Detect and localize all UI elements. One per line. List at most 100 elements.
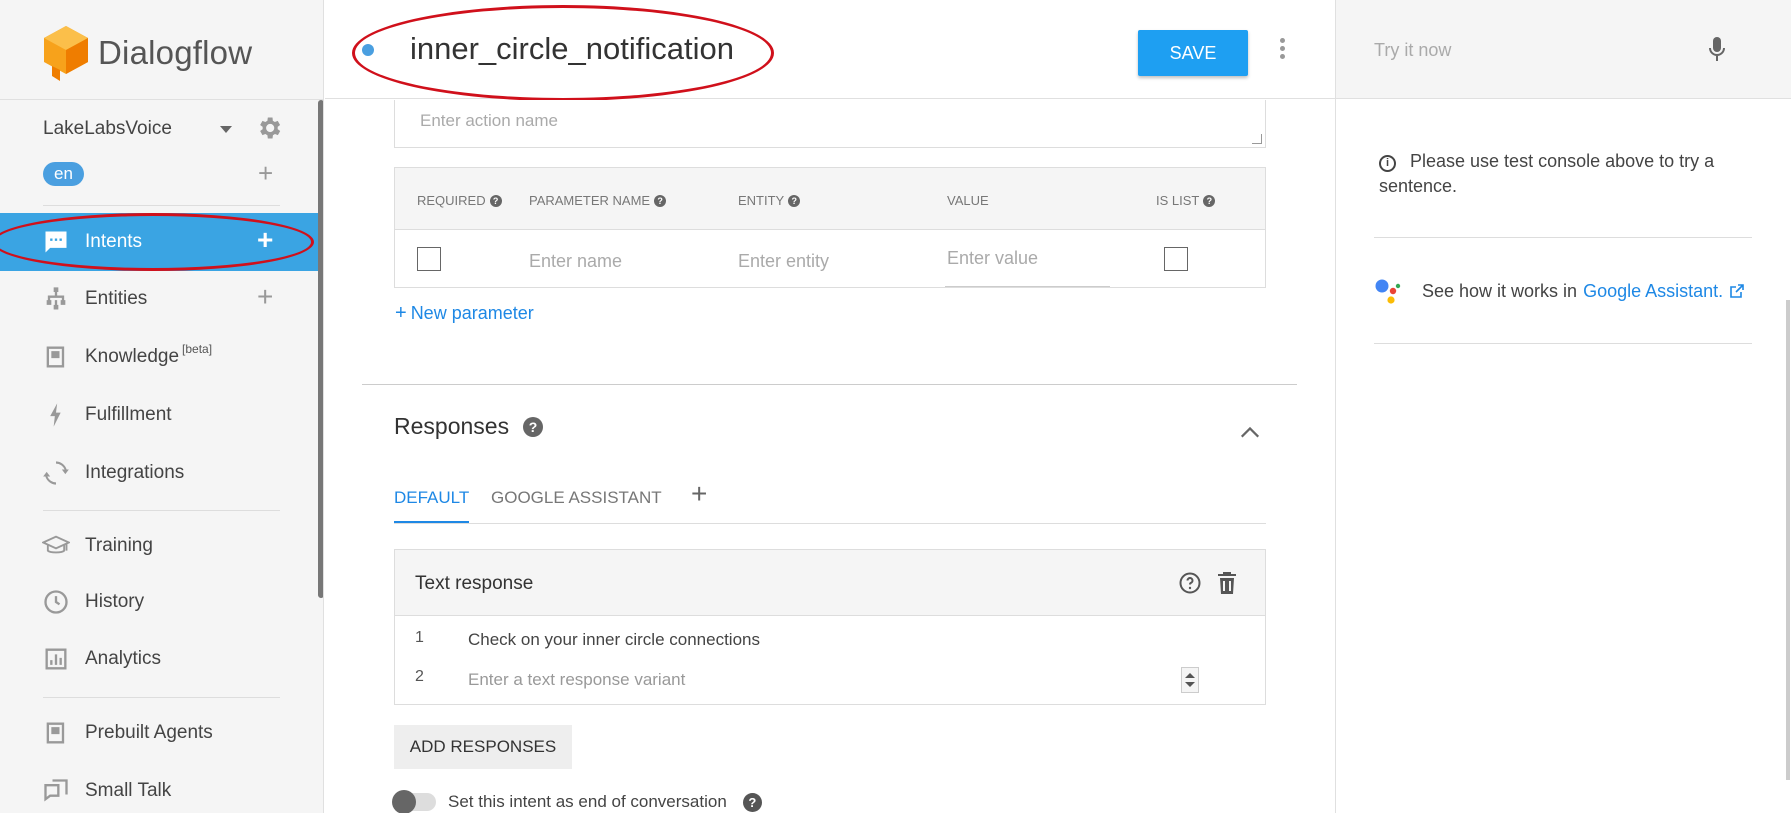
help-icon[interactable]: ? <box>654 194 667 207</box>
end-of-conversation-row: Set this intent as end of conversation ? <box>392 790 762 813</box>
sidebar-item-prebuilt-agents[interactable]: Prebuilt Agents <box>0 704 318 762</box>
add-responses-button[interactable]: ADD RESPONSES <box>394 725 572 769</box>
column-header-parameter-name: PARAMETER NAME? <box>529 193 667 208</box>
language-badge[interactable]: en <box>43 162 84 186</box>
parameters-table-header: REQUIRED? PARAMETER NAME? ENTITY? VALUE … <box>395 168 1265 230</box>
sidebar-item-label: Small Talk <box>85 780 172 801</box>
sidebar-item-training[interactable]: Training <box>0 517 318 575</box>
language-row: en + <box>43 160 283 188</box>
help-outline-icon[interactable] <box>1178 571 1202 595</box>
help-icon[interactable]: ? <box>1203 194 1216 207</box>
entity-input[interactable]: Enter entity <box>738 251 829 272</box>
unsaved-indicator-dot <box>362 44 374 56</box>
sidebar-item-intents[interactable]: Intents + <box>0 213 318 271</box>
column-header-is-list: IS LIST? <box>1156 193 1216 208</box>
bar-chart-icon <box>45 648 67 670</box>
sidebar-item-label: History <box>85 591 145 612</box>
chevron-up-icon[interactable] <box>1239 422 1261 444</box>
intent-name-input[interactable]: inner_circle_notification <box>410 31 734 67</box>
info-icon: i <box>1379 155 1396 172</box>
sidebar-item-fulfillment[interactable]: Fulfillment <box>0 386 318 444</box>
add-entity-icon[interactable]: + <box>257 283 273 311</box>
sidebar-item-label: Fulfillment <box>85 404 172 425</box>
help-icon[interactable]: ? <box>788 194 801 207</box>
microphone-icon[interactable] <box>1708 36 1726 64</box>
google-assistant-link[interactable]: Google Assistant. <box>1583 281 1723 302</box>
caret-down-icon[interactable] <box>220 126 232 133</box>
textarea-resize-icon[interactable] <box>1181 667 1199 693</box>
panel-scrollbar[interactable] <box>1786 300 1790 780</box>
google-assistant-icon <box>1374 277 1404 305</box>
agent-book-icon <box>46 722 65 744</box>
action-name-field[interactable]: Enter action name <box>394 100 1266 148</box>
value-input-underline <box>945 286 1110 287</box>
beta-badge: [beta] <box>182 342 213 356</box>
sidebar-item-integrations[interactable]: Integrations <box>0 444 318 502</box>
panel-divider <box>1374 343 1752 344</box>
try-it-now-input[interactable]: Try it now <box>1374 40 1451 61</box>
help-icon[interactable]: ? <box>742 792 762 812</box>
help-icon[interactable]: ? <box>523 416 544 437</box>
trash-icon[interactable] <box>1217 571 1237 595</box>
value-input[interactable]: Enter value <box>947 248 1038 269</box>
sidebar-item-knowledge[interactable]: Knowledge [beta] <box>0 328 318 386</box>
sidebar-item-entities[interactable]: Entities + <box>0 270 318 328</box>
chat-squares-icon <box>44 779 68 802</box>
intent-header: inner_circle_notification SAVE <box>325 0 1335 99</box>
sidebar-divider <box>43 510 280 511</box>
sidebar: Dialogflow LakeLabsVoice en + Intents + … <box>0 0 324 813</box>
text-response-card: Text response 1 Check on your inner circ… <box>394 549 1266 705</box>
response-line-number: 2 <box>415 668 424 685</box>
new-parameter-link[interactable]: + New parameter <box>395 302 534 325</box>
resize-handle-icon[interactable] <box>1252 134 1262 144</box>
chat-bubble-icon <box>45 231 67 253</box>
more-options-icon[interactable] <box>1280 38 1288 64</box>
sidebar-item-label: Prebuilt Agents <box>85 722 213 743</box>
text-response-header: Text response <box>395 550 1265 616</box>
bolt-icon <box>50 403 61 427</box>
sidebar-divider <box>43 205 280 206</box>
gear-icon[interactable] <box>255 114 283 142</box>
sidebar-item-label: Entities <box>85 288 148 309</box>
parameter-name-input[interactable]: Enter name <box>529 251 622 272</box>
external-link-icon[interactable] <box>1729 283 1745 299</box>
sidebar-divider <box>0 99 323 100</box>
tab-google-assistant[interactable]: GOOGLE ASSISTANT <box>491 488 662 521</box>
parameters-table: REQUIRED? PARAMETER NAME? ENTITY? VALUE … <box>394 167 1266 288</box>
response-variant-input[interactable]: Enter a text response variant <box>468 670 685 690</box>
dialogflow-logo[interactable]: Dialogflow <box>42 24 252 82</box>
column-header-value: VALUE <box>947 193 989 208</box>
add-intent-icon[interactable]: + <box>257 226 273 254</box>
sidebar-item-label: Analytics <box>85 648 162 669</box>
responses-section-title: Responses ? <box>394 413 544 440</box>
add-language-icon[interactable]: + <box>258 160 273 186</box>
sidebar-divider <box>43 697 280 698</box>
sidebar-item-label: Knowledge [beta] <box>85 342 213 367</box>
sidebar-item-label: Intents <box>85 231 143 252</box>
sidebar-item-label: Integrations <box>85 462 185 483</box>
section-divider <box>362 384 1297 385</box>
agent-name[interactable]: LakeLabsVoice <box>43 118 172 140</box>
response-line-number: 1 <box>415 629 424 646</box>
hierarchy-icon <box>46 287 66 310</box>
response-text-line[interactable]: Check on your inner circle connections <box>468 630 760 650</box>
sidebar-item-analytics[interactable]: Analytics <box>0 630 318 688</box>
column-header-required: REQUIRED? <box>417 193 502 208</box>
is-list-checkbox[interactable] <box>1164 247 1188 271</box>
required-checkbox[interactable] <box>417 247 441 271</box>
end-of-conversation-label: Set this intent as end of conversation <box>448 792 727 811</box>
sidebar-item-small-talk[interactable]: Small Talk <box>0 762 318 813</box>
column-header-entity: ENTITY? <box>738 193 801 208</box>
help-icon[interactable]: ? <box>489 194 502 207</box>
agent-selector[interactable]: LakeLabsVoice <box>43 114 283 144</box>
end-of-conversation-toggle[interactable] <box>392 790 436 813</box>
parameter-row: Enter name Enter entity Enter value <box>395 231 1265 287</box>
plus-icon: + <box>395 302 407 324</box>
sidebar-item-history[interactable]: History <box>0 573 318 631</box>
text-response-title: Text response <box>415 573 534 594</box>
save-button[interactable]: SAVE <box>1138 30 1248 76</box>
dialogflow-logo-icon <box>44 26 88 81</box>
add-platform-icon[interactable]: + <box>691 480 707 508</box>
tab-default[interactable]: DEFAULT <box>394 488 470 523</box>
sidebar-scrollbar[interactable] <box>318 100 323 598</box>
